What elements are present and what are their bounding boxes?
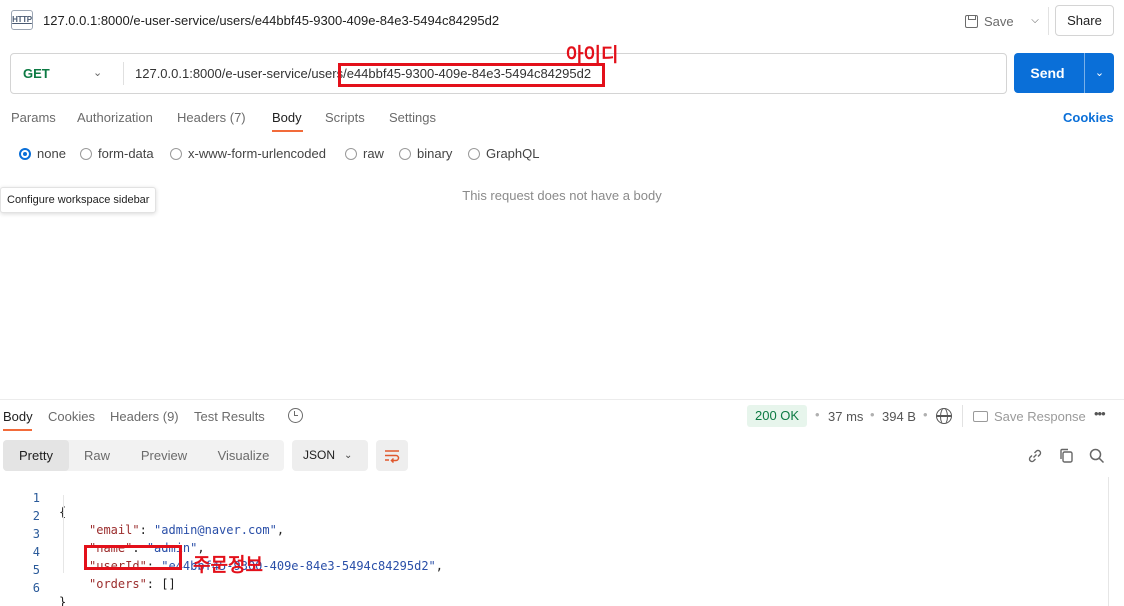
tab-authorization[interactable]: Authorization xyxy=(77,110,153,125)
body-type-label: none xyxy=(37,146,66,161)
body-type-label: x-www-form-urlencoded xyxy=(188,146,326,161)
radio-icon xyxy=(345,147,357,160)
code-text: } xyxy=(59,595,67,606)
request-title[interactable]: 127.0.0.1:8000/e-user-service/users/e44b… xyxy=(43,13,499,28)
code-line: 2 "email": "admin@naver.com", xyxy=(0,495,1108,537)
url-divider xyxy=(123,62,124,85)
save-response-icon xyxy=(973,411,988,422)
separator-dot: • xyxy=(815,407,820,422)
code-line: 4 "userId": "e44bbf45-9300-409e-84e3-549… xyxy=(0,531,1108,573)
code-line: 5 "orders": [] xyxy=(0,549,1108,591)
response-body-editor[interactable]: 1 { 2 "email": "admin@naver.com", 3 "nam… xyxy=(0,477,1108,606)
editor-scrollbar[interactable] xyxy=(1108,477,1109,606)
response-divider xyxy=(0,399,1124,400)
copy-icon[interactable] xyxy=(1057,447,1075,465)
body-type-urlencoded[interactable]: x-www-form-urlencoded xyxy=(170,146,326,161)
save-response-button[interactable]: Save Response xyxy=(973,409,1086,424)
body-type-label: GraphQL xyxy=(486,146,540,161)
wrap-lines-icon xyxy=(385,450,400,463)
send-button-group: Send ⌄ xyxy=(1014,53,1114,93)
radio-icon xyxy=(80,147,92,160)
response-time[interactable]: 37 ms xyxy=(828,409,863,424)
request-header: HTTP 127.0.0.1:8000/e-user-service/users… xyxy=(0,0,1124,42)
view-mode-raw[interactable]: Raw xyxy=(69,440,125,471)
search-icon[interactable] xyxy=(1088,447,1106,465)
url-bar: GET ⌄ 127.0.0.1:8000/e-user-service/user… xyxy=(10,53,1007,94)
http-request-icon: HTTP xyxy=(11,10,33,30)
active-tab-indicator xyxy=(272,130,303,132)
save-button[interactable]: Save xyxy=(965,11,1014,31)
tab-body[interactable]: Body xyxy=(272,110,302,125)
body-type-raw[interactable]: raw xyxy=(345,146,384,161)
view-mode-visualize[interactable]: Visualize xyxy=(203,440,284,471)
code-line: 1 { xyxy=(0,477,1108,519)
response-tab-headers[interactable]: Headers (9) xyxy=(110,409,179,424)
tab-scripts[interactable]: Scripts xyxy=(325,110,365,125)
code-line: 6 } xyxy=(0,567,1108,606)
save-response-label: Save Response xyxy=(994,409,1086,424)
radio-checked-icon xyxy=(19,147,31,160)
view-mode-segmented-control: Pretty Raw Preview Visualize xyxy=(3,440,284,471)
history-icon[interactable] xyxy=(288,408,303,423)
save-options-chevron-down-icon[interactable]: ⌵ xyxy=(1026,9,1044,33)
empty-body-message: This request does not have a body xyxy=(462,188,662,203)
cookies-link[interactable]: Cookies xyxy=(1063,110,1114,125)
send-button[interactable]: Send xyxy=(1014,53,1081,93)
user-id-annotation: 아이디 xyxy=(566,45,619,66)
method-label: GET xyxy=(23,66,50,81)
tab-headers[interactable]: Headers (7) xyxy=(177,110,246,125)
body-type-graphql[interactable]: GraphQL xyxy=(468,146,539,161)
format-label: JSON xyxy=(303,448,336,462)
url-input[interactable]: 127.0.0.1:8000/e-user-service/users/e44b… xyxy=(135,54,591,93)
body-type-form-data[interactable]: form-data xyxy=(80,146,154,161)
response-size[interactable]: 394 B xyxy=(882,409,916,424)
response-active-tab-indicator xyxy=(3,429,32,431)
send-options-chevron-down-icon[interactable]: ⌄ xyxy=(1085,53,1114,93)
radio-icon xyxy=(399,147,411,160)
view-mode-pretty[interactable]: Pretty xyxy=(3,440,69,471)
response-tab-test-results[interactable]: Test Results xyxy=(194,409,265,424)
status-badge[interactable]: 200 OK xyxy=(747,405,808,427)
tab-params[interactable]: Params xyxy=(11,110,56,125)
link-icon[interactable] xyxy=(1026,447,1044,465)
separator-dot: • xyxy=(870,407,875,422)
orders-annotation: 주문정보 xyxy=(193,555,263,576)
format-chevron-down-icon: ⌄ xyxy=(344,450,353,461)
body-type-binary[interactable]: binary xyxy=(399,146,452,161)
header-divider xyxy=(1048,7,1049,35)
response-divider-vertical xyxy=(962,405,963,427)
floppy-disk-icon xyxy=(965,14,978,28)
wrap-lines-button[interactable] xyxy=(376,440,408,471)
more-options-icon[interactable]: ••• xyxy=(1094,406,1106,421)
view-mode-preview[interactable]: Preview xyxy=(125,440,203,471)
body-type-none[interactable]: none xyxy=(19,146,66,161)
response-tab-body[interactable]: Body xyxy=(3,409,33,424)
share-button[interactable]: Share xyxy=(1055,5,1114,36)
line-number: 6 xyxy=(32,581,40,595)
separator-dot: • xyxy=(923,407,928,422)
tab-settings[interactable]: Settings xyxy=(389,110,436,125)
body-type-label: raw xyxy=(363,146,384,161)
indent-guide xyxy=(63,495,64,573)
body-type-label: form-data xyxy=(98,146,154,161)
code-line: 3 "name": "admin", xyxy=(0,513,1108,555)
save-label: Save xyxy=(984,13,1014,29)
method-chevron-down-icon[interactable]: ⌄ xyxy=(93,54,102,93)
network-globe-icon[interactable] xyxy=(936,408,952,424)
format-select[interactable]: JSON ⌄ xyxy=(292,440,368,471)
radio-icon xyxy=(468,147,480,160)
sidebar-tooltip: Configure workspace sidebar xyxy=(0,187,157,213)
response-tab-cookies[interactable]: Cookies xyxy=(48,409,95,424)
body-type-label: binary xyxy=(417,146,453,161)
radio-icon xyxy=(170,147,182,160)
